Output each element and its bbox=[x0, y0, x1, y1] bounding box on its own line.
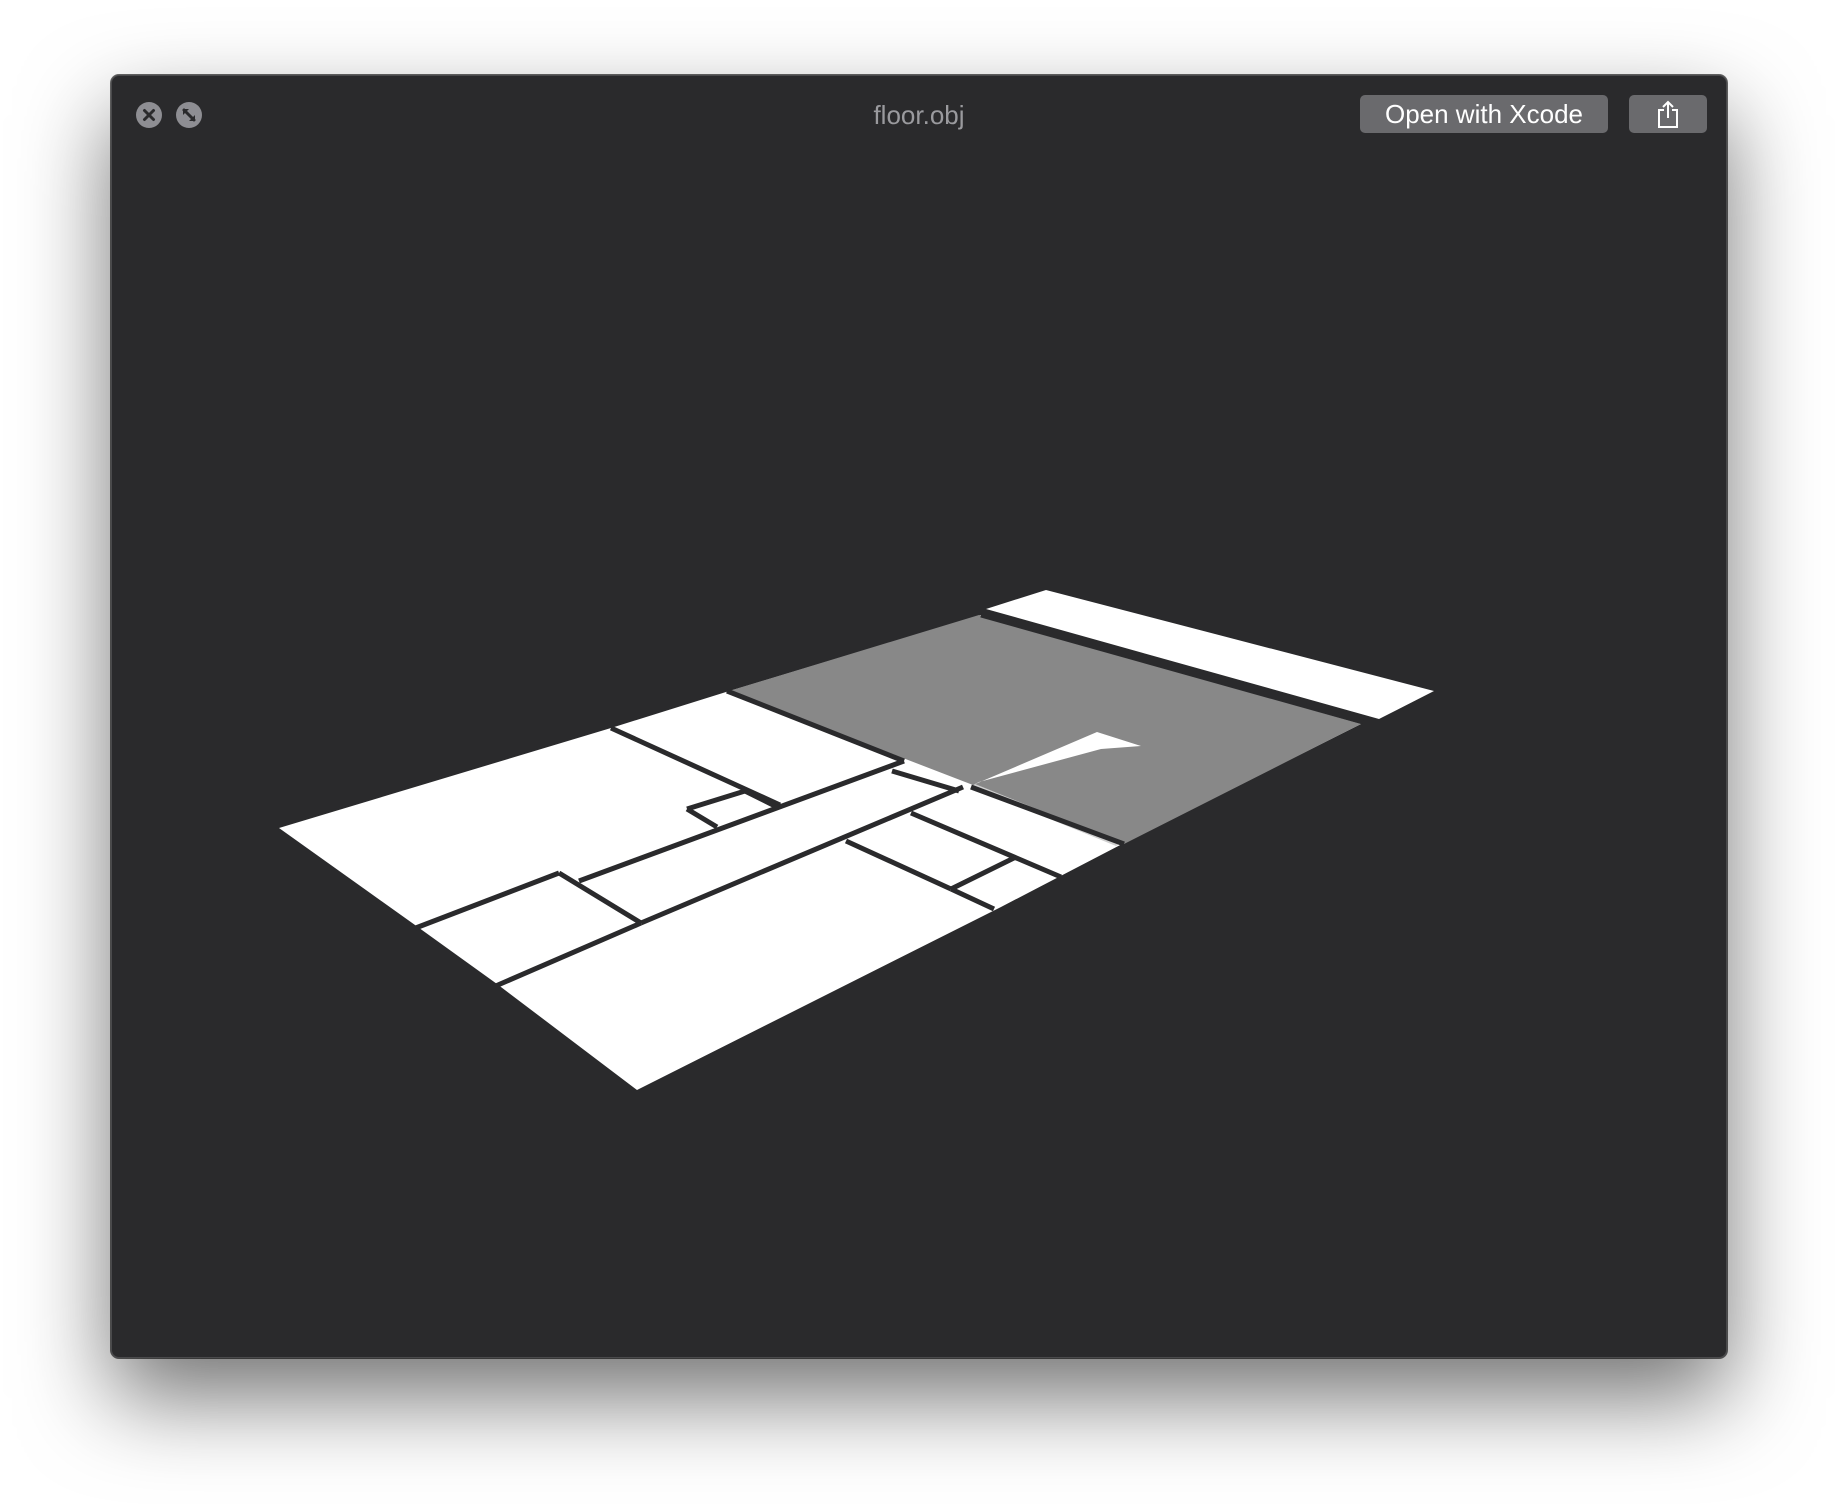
open-with-xcode-button[interactable]: Open with Xcode bbox=[1360, 95, 1608, 133]
title-bar: floor.obj Open with Xcode bbox=[112, 76, 1726, 156]
floor-model[interactable] bbox=[112, 156, 1726, 1357]
3d-model-viewport[interactable] bbox=[112, 156, 1726, 1357]
share-button[interactable] bbox=[1629, 95, 1707, 133]
quicklook-window: floor.obj Open with Xcode bbox=[111, 75, 1727, 1358]
share-icon bbox=[1658, 100, 1678, 128]
